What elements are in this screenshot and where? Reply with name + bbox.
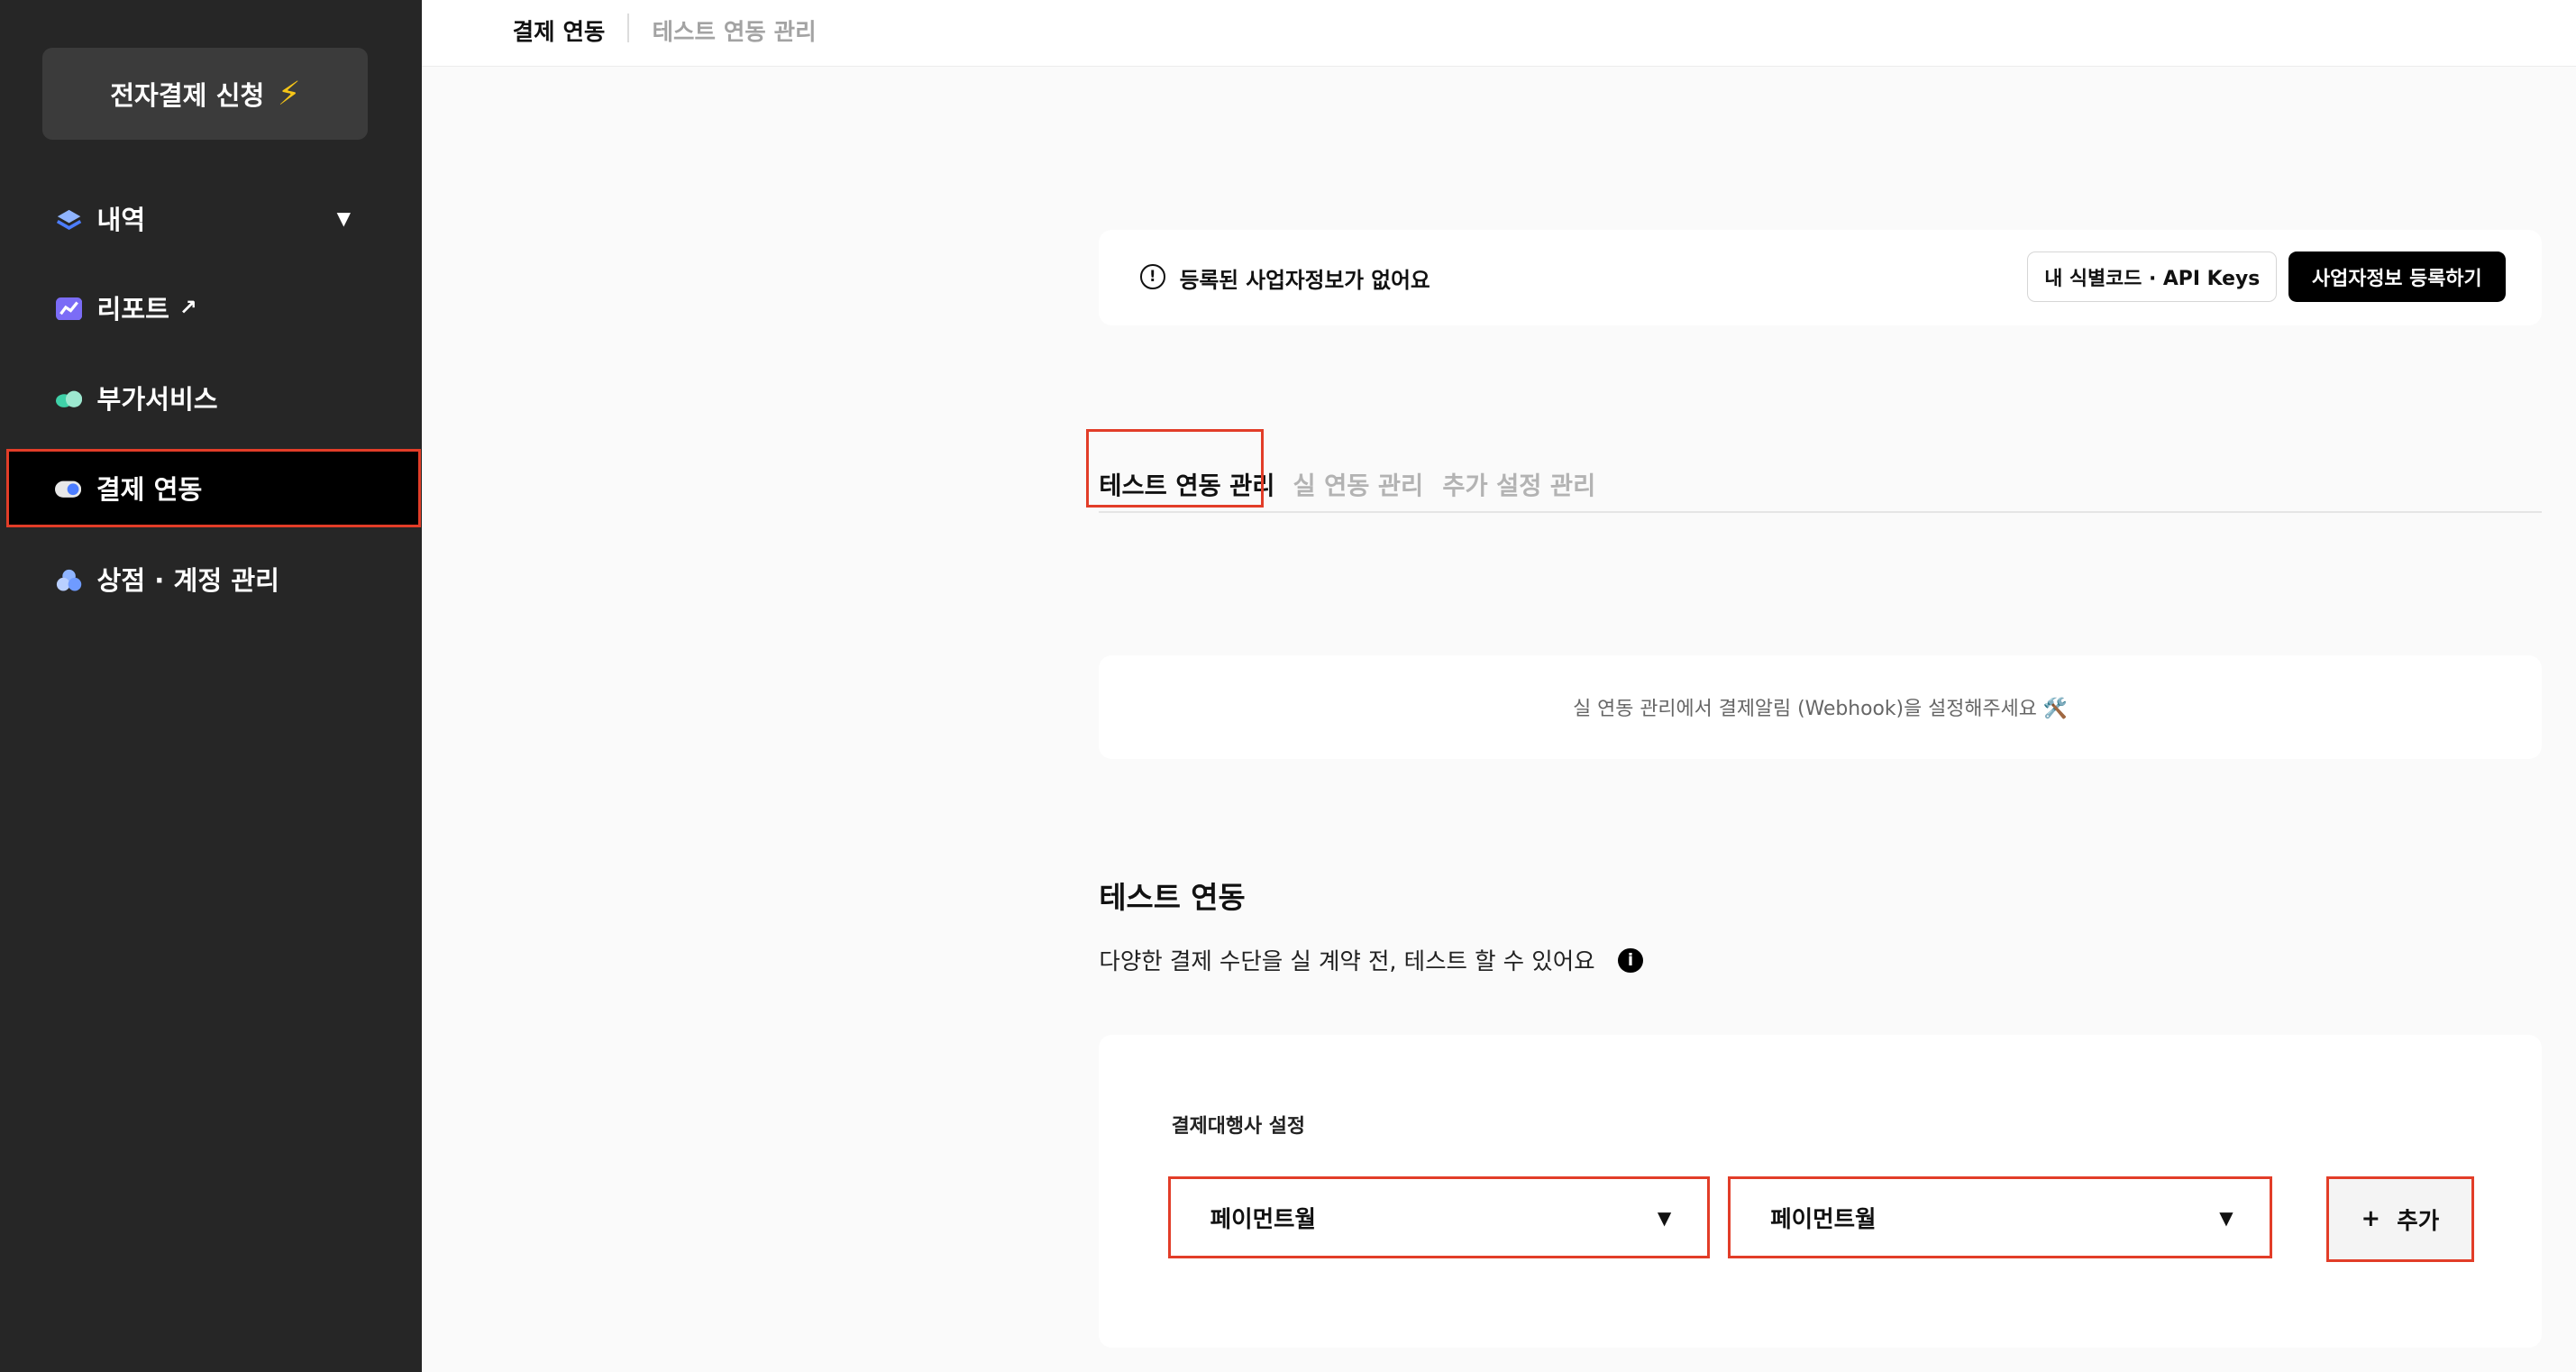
layers-icon — [56, 207, 82, 231]
tab-highlight-box — [1085, 428, 1264, 508]
apply-payment-label: 전자결제 신청 — [110, 79, 265, 111]
sidebar-item-label: 리포트 — [96, 293, 169, 325]
section-title: 테스트 연동 — [1099, 880, 1246, 915]
alert-circle-icon: ! — [1139, 264, 1165, 290]
top-header: 결제 연동 테스트 연동 관리 — [422, 0, 2576, 67]
app-root: 전자결제 신청 ⚡ 내역 ▼ 리포트 ↗ 부가서비스 결제 연동 상점 · 계정… — [0, 0, 2576, 1372]
cloud-icon — [55, 386, 83, 409]
pg-settings-card: 결제대행사 설정 페이먼트월 ▼ 페이먼트월 ▼ + 추가 — [1099, 1035, 2542, 1348]
section-description: 다양한 결제 수단을 실 계약 전, 테스트 할 수 있어요 — [1099, 948, 1595, 976]
sidebar: 전자결제 신청 ⚡ 내역 ▼ 리포트 ↗ 부가서비스 결제 연동 상점 · 계정… — [0, 0, 423, 1372]
pg-select-2-value: 페이먼트월 — [1770, 1206, 1877, 1234]
business-info-notice: ! 등록된 사업자정보가 없어요 내 식별코드 · API Keys 사업자정보… — [1099, 230, 2542, 325]
sidebar-item-label: 상점 · 계정 관리 — [96, 564, 279, 596]
pg-select-2[interactable]: 페이먼트월 ▼ — [1728, 1176, 2272, 1259]
tab-extra-settings[interactable]: 추가 설정 관리 — [1442, 465, 1595, 501]
chevron-down-icon: ▼ — [1657, 1206, 1672, 1229]
notice-text: 등록된 사업자정보가 없어요 — [1179, 267, 1430, 293]
chevron-down-icon[interactable]: ▼ — [337, 207, 351, 229]
store-icon — [56, 567, 82, 591]
tab-live-integration[interactable]: 실 연동 관리 — [1293, 465, 1423, 501]
sidebar-item-history[interactable]: 내역 ▼ — [6, 179, 420, 258]
breadcrumb-sub[interactable]: 테스트 연동 관리 — [653, 14, 817, 47]
webhook-notice-text: 실 연동 관리에서 결제알림 (Webhook)을 설정해주세요 🛠️ — [1573, 698, 2068, 721]
sidebar-item-addons[interactable]: 부가서비스 — [6, 358, 420, 436]
toggle-icon — [55, 477, 82, 500]
sidebar-item-label: 결제 연동 — [96, 474, 203, 506]
chart-icon — [55, 296, 83, 321]
sidebar-item-payment-integration[interactable]: 결제 연동 — [6, 448, 421, 528]
sidebar-item-label: 부가서비스 — [96, 384, 218, 416]
api-keys-button[interactable]: 내 식별코드 · API Keys — [2027, 251, 2278, 303]
lightning-icon: ⚡ — [277, 74, 301, 114]
plus-icon: + — [2361, 1205, 2381, 1233]
info-icon[interactable]: i — [1618, 947, 1643, 974]
tabs-divider — [1099, 510, 2542, 513]
sidebar-item-report[interactable]: 리포트 ↗ — [6, 268, 420, 346]
add-pg-label: 추가 — [2397, 1207, 2440, 1235]
breadcrumb-divider — [627, 13, 630, 43]
add-pg-button[interactable]: + 추가 — [2325, 1176, 2474, 1262]
webhook-notice: 실 연동 관리에서 결제알림 (Webhook)을 설정해주세요 🛠️ — [1099, 655, 2542, 760]
pg-select-1[interactable]: 페이먼트월 ▼ — [1167, 1176, 1711, 1259]
pg-settings-label: 결제대행사 설정 — [1171, 1115, 1305, 1139]
pg-select-1-value: 페이먼트월 — [1210, 1206, 1316, 1234]
chevron-down-icon: ▼ — [2219, 1206, 2233, 1229]
register-business-button[interactable]: 사업자정보 등록하기 — [2288, 251, 2506, 303]
sidebar-item-store-account[interactable]: 상점 · 계정 관리 — [6, 539, 420, 617]
sidebar-item-label: 내역 — [96, 205, 146, 236]
external-link-icon: ↗ — [178, 294, 197, 320]
apply-payment-button[interactable]: 전자결제 신청 ⚡ — [42, 47, 369, 140]
breadcrumb-current[interactable]: 결제 연동 — [513, 14, 606, 47]
